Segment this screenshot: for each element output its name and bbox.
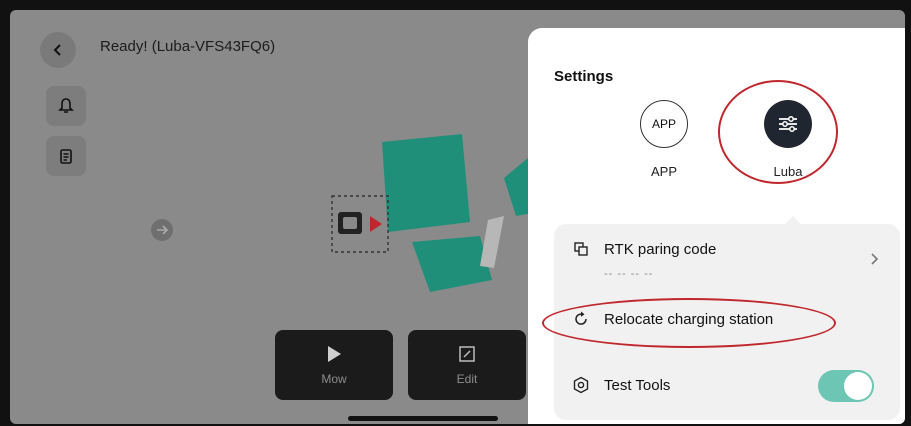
highlight-ring-relocate [542, 298, 836, 348]
home-indicator[interactable] [348, 416, 498, 421]
mower-marker[interactable] [331, 195, 389, 253]
test-tools-toggle[interactable] [818, 370, 874, 402]
edit-map-icon [459, 346, 475, 362]
rtk-code-value: -- -- -- -- [604, 268, 654, 280]
settings-panel: Settings APP APP Luba RTK paring code --… [528, 28, 905, 424]
app-icon: APP [640, 100, 688, 148]
edit-label: Edit [456, 372, 478, 386]
play-icon [328, 346, 341, 362]
hexagon-settings-icon [572, 376, 590, 394]
app-screen: Ready! (Luba-VFS43FQ6) Mow Edit Settings… [10, 10, 905, 424]
highlight-ring-luba [718, 80, 838, 184]
mow-label: Mow [321, 372, 347, 386]
copy-icon [572, 240, 590, 258]
rtk-label: RTK paring code [604, 240, 717, 258]
charging-station-marker[interactable] [151, 219, 173, 241]
edit-button[interactable]: Edit [408, 330, 526, 400]
test-tools-row: Test Tools [572, 376, 670, 394]
device-frame: Ready! (Luba-VFS43FQ6) Mow Edit Settings… [0, 0, 911, 426]
toggle-knob [844, 372, 872, 400]
chevron-right-icon[interactable] [870, 250, 880, 271]
settings-title: Settings [554, 68, 614, 85]
map-zone [382, 134, 550, 292]
mow-button[interactable]: Mow [275, 330, 393, 400]
device-app-label: APP [650, 164, 677, 179]
device-app[interactable]: APP APP [640, 100, 688, 179]
test-tools-label: Test Tools [604, 376, 671, 394]
rtk-pairing-row[interactable]: RTK paring code [572, 240, 716, 258]
